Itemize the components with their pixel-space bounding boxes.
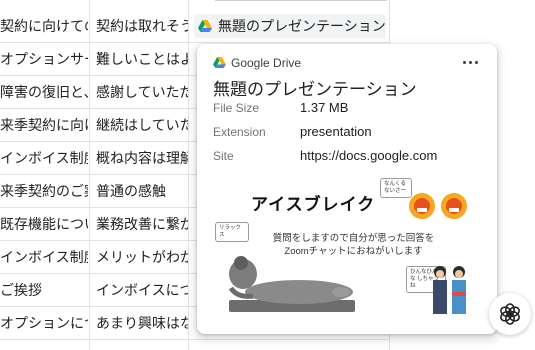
cell-reaction[interactable]: 業務改善に繋が	[96, 208, 188, 240]
cell-reaction[interactable]: インボイスにつ	[96, 274, 188, 306]
drive-preview-card[interactable]: Google Drive 無題のプレゼンテーション File Size 1.37…	[197, 44, 497, 334]
chatgpt-icon	[500, 303, 520, 325]
drive-file-chip[interactable]: 無題のプレゼンテーション	[194, 14, 386, 38]
cell-summary[interactable]: 契約に向けての	[0, 10, 88, 42]
cell-reaction[interactable]: 継続はしていた	[96, 109, 188, 141]
cell-summary[interactable]: オプションサー	[0, 43, 88, 75]
slide-title: アイスブレイク	[251, 195, 376, 214]
meta-label-site: Site	[213, 149, 234, 163]
card-source-label: Google Drive	[231, 56, 302, 70]
cell-summary[interactable]: 来季契約に向け	[0, 109, 88, 141]
cell-summary[interactable]: 来季契約のご案	[0, 175, 88, 207]
more-vert-icon[interactable]	[459, 52, 483, 72]
slide-thumbnail[interactable]: アイスブレイク 質問をしますので自分が思った回答を Zoomチャットにおねがいし…	[209, 170, 487, 322]
google-drive-icon	[213, 57, 226, 68]
cell-reaction[interactable]: あまり興味はな	[96, 307, 188, 339]
cell-reaction[interactable]: 感謝していただ	[96, 76, 188, 108]
cell-reaction[interactable]: 契約は取れそう	[96, 10, 188, 42]
shisa-illustration	[409, 193, 467, 219]
meta-value-file-size: 1.37 MB	[300, 100, 349, 115]
cell-summary[interactable]: オプションにつ	[0, 307, 88, 339]
meta-value-site: https://docs.google.com	[300, 148, 438, 163]
cell-summary[interactable]: インボイス制度	[0, 142, 88, 174]
chatgpt-button[interactable]	[489, 293, 531, 335]
cell-summary[interactable]: ご挨拶	[0, 274, 88, 306]
card-title[interactable]: 無題のプレゼンテーション	[213, 75, 417, 100]
meta-label-extension: Extension	[213, 125, 266, 139]
cell-reaction[interactable]: メリットがわか	[96, 241, 188, 273]
couple-illustration	[433, 266, 466, 314]
cell-summary[interactable]: インボイス制度	[0, 241, 88, 273]
cell-summary[interactable]: 障害の復旧と、	[0, 76, 88, 108]
buddha-illustration	[228, 256, 355, 312]
cell-reaction[interactable]: 難しいことはよ	[96, 43, 188, 75]
cell-summary[interactable]: 既存機能につい	[0, 208, 88, 240]
chip-label: 無題のプレゼンテーション	[218, 18, 386, 34]
meta-label-file-size: File Size	[213, 101, 260, 115]
speech-bubble-left: リラックス	[215, 222, 249, 242]
meta-value-extension: presentation	[300, 124, 372, 139]
cell-border-top	[215, 0, 387, 1]
cell-reaction[interactable]: 普通の感触	[96, 175, 188, 207]
google-drive-icon	[198, 20, 212, 32]
cell-reaction[interactable]: 概ね内容は理解	[96, 142, 188, 174]
